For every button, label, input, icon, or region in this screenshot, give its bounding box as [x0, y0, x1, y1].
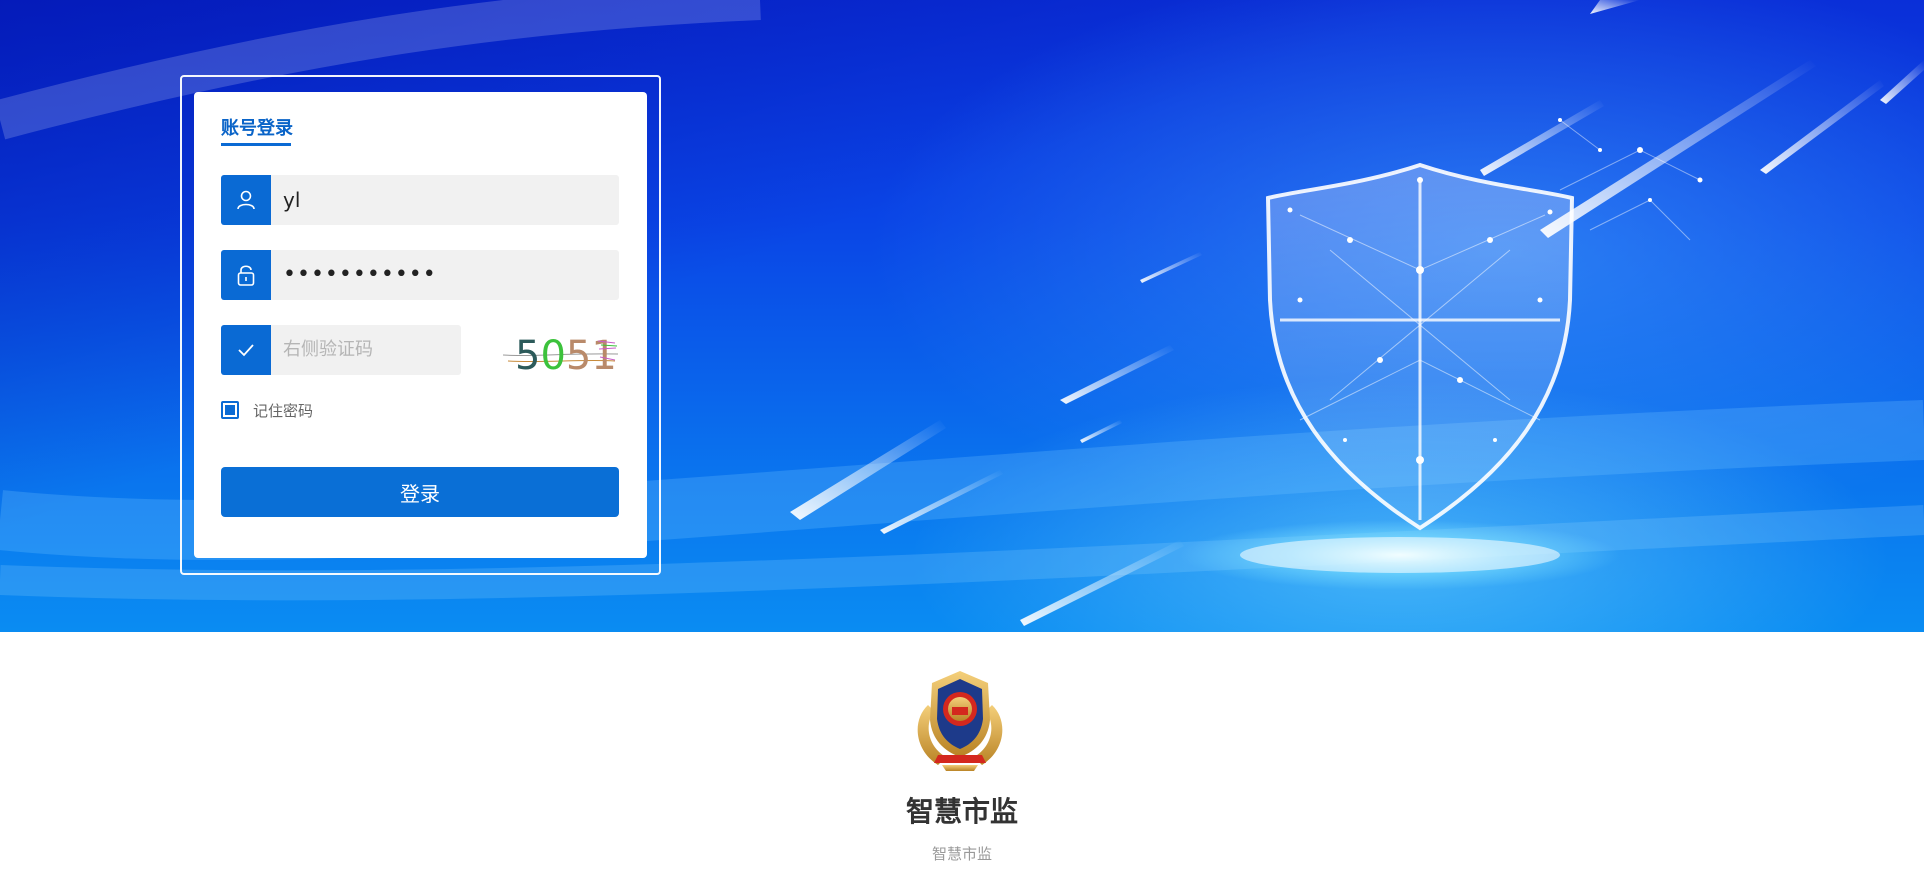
brand-title: 智慧市监 — [905, 795, 1018, 828]
lock-icon — [221, 250, 271, 300]
market-regulation-emblem — [917, 671, 1003, 771]
remember-label: 记住密码 — [253, 401, 314, 420]
user-icon — [221, 175, 271, 225]
brand-subtitle: 智慧市监 — [931, 845, 992, 863]
password-input[interactable]: ••••••••••• — [283, 250, 437, 300]
captcha-image[interactable]: 5051 — [503, 327, 618, 377]
tab-account-login[interactable]: 账号登录 — [221, 114, 293, 140]
checkbox-checked-indicator — [225, 405, 235, 415]
remember-checkbox[interactable] — [221, 401, 239, 419]
tab-active-indicator — [221, 143, 291, 146]
captcha-text: 5051 — [515, 333, 617, 377]
captcha-input[interactable]: 右侧验证码 — [283, 325, 373, 375]
remember-password[interactable]: 记住密码 — [221, 400, 313, 420]
login-button[interactable]: 登录 — [221, 467, 619, 517]
username-field[interactable]: yl — [221, 175, 619, 225]
captcha-field[interactable]: 右侧验证码 — [221, 325, 461, 375]
check-icon — [221, 325, 271, 375]
password-field[interactable]: ••••••••••• — [221, 250, 619, 300]
username-input[interactable]: yl — [283, 175, 300, 225]
login-card: 账号登录 yl ••••••••••• 右侧验证码 5051 记住密码 登录 — [194, 92, 647, 558]
